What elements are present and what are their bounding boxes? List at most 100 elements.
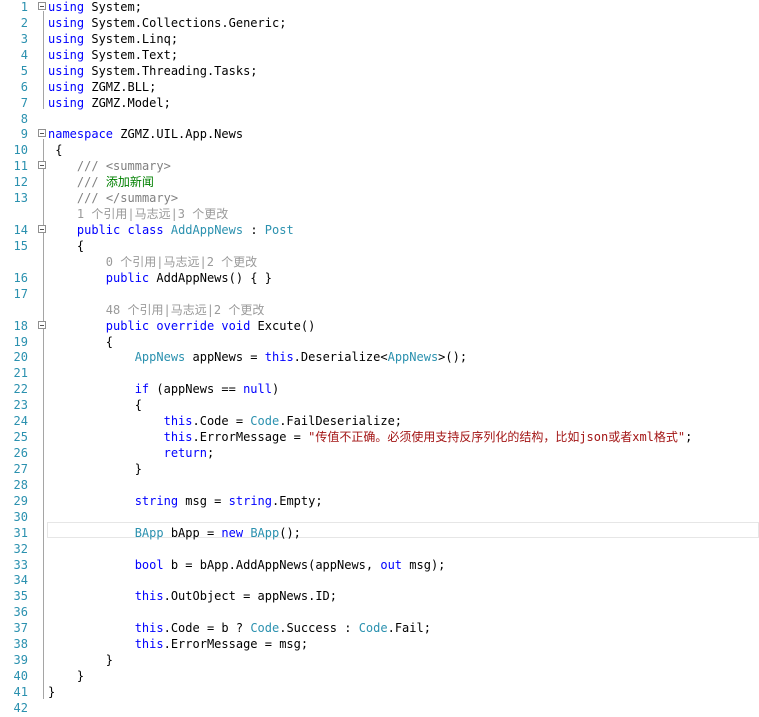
code-line[interactable]: 40 }: [0, 668, 759, 684]
code-line[interactable]: 38 this.ErrorMessage = msg;: [0, 636, 759, 652]
code-editor[interactable]: 1 using System; 2 using System.Collections.…: [0, 0, 759, 717]
line-number: 27: [13, 461, 28, 476]
code-line[interactable]: 18 public override void Excute(): [0, 318, 759, 334]
code-text: /// <summary>: [48, 158, 171, 174]
code-line[interactable]: 29 string msg = string.Empty;: [0, 493, 759, 509]
code-token: }: [48, 669, 85, 684]
code-token: namespace: [48, 127, 114, 142]
code-text: AppNews appNews = this.Deserialize<AppNe…: [48, 349, 467, 365]
code-line[interactable]: 11 /// <summary>: [0, 158, 759, 174]
code-line[interactable]: 20 AppNews appNews = this.Deserialize<Ap…: [0, 349, 759, 365]
code-line[interactable]: 15 {: [0, 238, 759, 254]
code-token: {: [48, 398, 142, 413]
line-number: 24: [13, 414, 28, 429]
code-line[interactable]: 23 {: [0, 397, 759, 413]
code-token: ;: [685, 430, 693, 445]
code-line[interactable]: 42: [0, 700, 759, 716]
code-line[interactable]: 19 {: [0, 334, 759, 350]
code-token: this: [134, 589, 164, 604]
codelens-text[interactable]: 0 个引用|马志远|2 个更改: [48, 254, 257, 270]
code-line[interactable]: 28: [0, 477, 759, 493]
code-line[interactable]: 1 using System;: [0, 0, 759, 15]
code-line[interactable]: 6 using ZGMZ.BLL;: [0, 79, 759, 95]
codelens-annotation[interactable]: 1 个引用|马志远|3 个更改: [0, 206, 759, 222]
line-number: 37: [13, 621, 28, 636]
code-token: </summary>: [105, 191, 179, 206]
code-text: string msg = string.Empty;: [48, 493, 323, 509]
code-line[interactable]: 30: [0, 509, 759, 525]
code-token: .Code =: [192, 414, 251, 429]
code-line[interactable]: 2 using System.Collections.Generic;: [0, 15, 759, 31]
line-number: 14: [13, 223, 28, 238]
code-token: ///: [76, 175, 99, 190]
collapse-icon[interactable]: [38, 225, 46, 234]
code-line[interactable]: 32: [0, 541, 759, 557]
code-token: override: [156, 318, 215, 333]
code-line[interactable]: 5 using System.Threading.Tasks;: [0, 63, 759, 79]
code-token: return: [163, 446, 207, 461]
code-line[interactable]: 25 this.ErrorMessage = "传值不正确。必须使用支持反序列化…: [0, 429, 759, 445]
line-number: 21: [13, 366, 28, 381]
line-number: 34: [13, 573, 28, 588]
line-number: 1: [20, 0, 28, 14]
codelens-annotation[interactable]: 48 个引用|马志远|2 个更改: [0, 302, 759, 318]
code-token: string: [134, 493, 179, 508]
line-number: 18: [13, 318, 28, 333]
collapse-icon[interactable]: [38, 320, 46, 329]
code-line[interactable]: 16 public AddAppNews() { }: [0, 270, 759, 286]
codelens-text[interactable]: 48 个引用|马志远|2 个更改: [48, 302, 265, 318]
code-token: void: [221, 318, 251, 333]
line-number: 3: [20, 31, 28, 46]
code-line[interactable]: 12 /// 添加新闻: [0, 174, 759, 190]
code-token: {: [48, 143, 63, 158]
code-line[interactable]: 33 bool b = bApp.AddAppNews(appNews, out…: [0, 557, 759, 573]
codelens-annotation[interactable]: 0 个引用|马志远|2 个更改: [0, 254, 759, 270]
code-line[interactable]: 10 {: [0, 142, 759, 158]
code-token: .ErrorMessage =: [192, 430, 309, 445]
line-number: 26: [13, 446, 28, 461]
collapse-icon[interactable]: [38, 129, 46, 138]
code-line[interactable]: 36: [0, 604, 759, 620]
code-token: bApp =: [163, 525, 222, 540]
collapse-icon[interactable]: [38, 2, 46, 10]
code-line[interactable]: 39 }: [0, 652, 759, 668]
collapse-icon[interactable]: [38, 161, 46, 170]
line-number: 9: [20, 127, 28, 142]
code-line[interactable]: 35 this.OutObject = appNews.ID;: [0, 588, 759, 604]
code-line[interactable]: 17: [0, 286, 759, 302]
code-text: }: [48, 684, 55, 700]
line-number: 2: [20, 15, 28, 30]
code-line[interactable]: 41}: [0, 684, 759, 700]
code-line[interactable]: 21: [0, 365, 759, 381]
code-line[interactable]: 7 using ZGMZ.Model;: [0, 95, 759, 111]
code-text: /// 添加新闻: [48, 174, 154, 190]
line-number: 22: [13, 382, 28, 397]
code-line[interactable]: 26 return;: [0, 445, 759, 461]
line-number: 39: [13, 653, 28, 668]
code-token: this: [134, 621, 164, 636]
code-line[interactable]: 37 this.Code = b ? Code.Success : Code.F…: [0, 620, 759, 636]
code-line[interactable]: 27 }: [0, 461, 759, 477]
code-line[interactable]: 22 if (appNews == null): [0, 381, 759, 397]
code-line[interactable]: 9 namespace ZGMZ.UIL.App.News: [0, 126, 759, 142]
codelens-text[interactable]: 1 个引用|马志远|3 个更改: [48, 206, 228, 222]
code-line[interactable]: 8: [0, 111, 759, 127]
code-line[interactable]: 14 public class AddAppNews : Post: [0, 222, 759, 238]
code-line[interactable]: 4 using System.Text;: [0, 47, 759, 63]
code-text: this.Code = Code.FailDeserialize;: [48, 413, 402, 429]
code-line[interactable]: 24 this.Code = Code.FailDeserialize;: [0, 413, 759, 429]
code-line[interactable]: 13 /// </summary>: [0, 190, 759, 206]
line-number: 42: [13, 700, 28, 715]
code-token: .Empty;: [272, 493, 323, 508]
code-line[interactable]: 31 BApp bApp = new BApp();: [0, 525, 759, 541]
code-line[interactable]: 3 using System.Linq;: [0, 31, 759, 47]
code-token: System;: [84, 0, 142, 14]
code-token: AppNews: [134, 350, 186, 365]
code-line[interactable]: 34: [0, 572, 759, 588]
